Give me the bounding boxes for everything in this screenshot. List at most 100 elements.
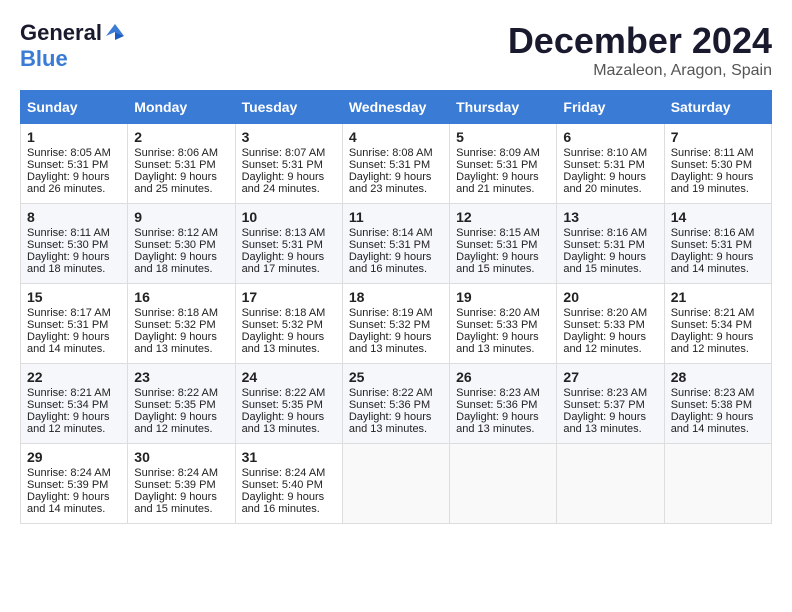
sunrise-text: Sunrise: 8:24 AM xyxy=(242,467,336,479)
sunrise-text: Sunrise: 8:23 AM xyxy=(563,387,657,399)
calendar-cell: 12Sunrise: 8:15 AMSunset: 5:31 PMDayligh… xyxy=(450,204,557,284)
calendar-week-row: 8Sunrise: 8:11 AMSunset: 5:30 PMDaylight… xyxy=(21,204,772,284)
day-number: 22 xyxy=(27,369,121,385)
sunset-text: Sunset: 5:32 PM xyxy=(242,319,336,331)
daylight-text: Daylight: 9 hours and 16 minutes. xyxy=(242,491,336,515)
sunrise-text: Sunrise: 8:20 AM xyxy=(456,307,550,319)
sunset-text: Sunset: 5:31 PM xyxy=(456,239,550,251)
calendar-week-row: 15Sunrise: 8:17 AMSunset: 5:31 PMDayligh… xyxy=(21,284,772,364)
calendar-cell: 23Sunrise: 8:22 AMSunset: 5:35 PMDayligh… xyxy=(128,364,235,444)
daylight-text: Daylight: 9 hours and 13 minutes. xyxy=(242,331,336,355)
calendar-cell: 21Sunrise: 8:21 AMSunset: 5:34 PMDayligh… xyxy=(664,284,771,364)
calendar-cell: 5Sunrise: 8:09 AMSunset: 5:31 PMDaylight… xyxy=(450,124,557,204)
sunrise-text: Sunrise: 8:20 AM xyxy=(563,307,657,319)
calendar-cell: 13Sunrise: 8:16 AMSunset: 5:31 PMDayligh… xyxy=(557,204,664,284)
day-number: 14 xyxy=(671,209,765,225)
day-number: 8 xyxy=(27,209,121,225)
daylight-text: Daylight: 9 hours and 12 minutes. xyxy=(134,411,228,435)
sunrise-text: Sunrise: 8:21 AM xyxy=(671,307,765,319)
calendar-cell: 31Sunrise: 8:24 AMSunset: 5:40 PMDayligh… xyxy=(235,444,342,524)
sunrise-text: Sunrise: 8:24 AM xyxy=(134,467,228,479)
calendar-cell xyxy=(664,444,771,524)
day-header-tuesday: Tuesday xyxy=(235,91,342,124)
day-number: 26 xyxy=(456,369,550,385)
calendar-cell xyxy=(342,444,449,524)
sunrise-text: Sunrise: 8:22 AM xyxy=(349,387,443,399)
sunrise-text: Sunrise: 8:23 AM xyxy=(456,387,550,399)
day-number: 25 xyxy=(349,369,443,385)
sunrise-text: Sunrise: 8:07 AM xyxy=(242,147,336,159)
daylight-text: Daylight: 9 hours and 12 minutes. xyxy=(563,331,657,355)
location: Mazaleon, Aragon, Spain xyxy=(508,62,772,80)
day-header-thursday: Thursday xyxy=(450,91,557,124)
calendar-cell: 28Sunrise: 8:23 AMSunset: 5:38 PMDayligh… xyxy=(664,364,771,444)
calendar-cell: 17Sunrise: 8:18 AMSunset: 5:32 PMDayligh… xyxy=(235,284,342,364)
daylight-text: Daylight: 9 hours and 23 minutes. xyxy=(349,171,443,195)
calendar-cell: 30Sunrise: 8:24 AMSunset: 5:39 PMDayligh… xyxy=(128,444,235,524)
day-header-monday: Monday xyxy=(128,91,235,124)
month-title: December 2024 xyxy=(508,20,772,62)
calendar-cell: 19Sunrise: 8:20 AMSunset: 5:33 PMDayligh… xyxy=(450,284,557,364)
sunrise-text: Sunrise: 8:15 AM xyxy=(456,227,550,239)
calendar-cell: 15Sunrise: 8:17 AMSunset: 5:31 PMDayligh… xyxy=(21,284,128,364)
sunrise-text: Sunrise: 8:17 AM xyxy=(27,307,121,319)
daylight-text: Daylight: 9 hours and 15 minutes. xyxy=(134,491,228,515)
sunset-text: Sunset: 5:32 PM xyxy=(349,319,443,331)
logo-blue-text: Blue xyxy=(20,46,68,72)
daylight-text: Daylight: 9 hours and 12 minutes. xyxy=(27,411,121,435)
daylight-text: Daylight: 9 hours and 25 minutes. xyxy=(134,171,228,195)
sunrise-text: Sunrise: 8:09 AM xyxy=(456,147,550,159)
calendar-cell: 26Sunrise: 8:23 AMSunset: 5:36 PMDayligh… xyxy=(450,364,557,444)
calendar-cell: 20Sunrise: 8:20 AMSunset: 5:33 PMDayligh… xyxy=(557,284,664,364)
day-number: 5 xyxy=(456,129,550,145)
sunset-text: Sunset: 5:37 PM xyxy=(563,399,657,411)
header-row: SundayMondayTuesdayWednesdayThursdayFrid… xyxy=(21,91,772,124)
sunset-text: Sunset: 5:34 PM xyxy=(671,319,765,331)
sunrise-text: Sunrise: 8:22 AM xyxy=(134,387,228,399)
calendar-cell: 2Sunrise: 8:06 AMSunset: 5:31 PMDaylight… xyxy=(128,124,235,204)
sunset-text: Sunset: 5:34 PM xyxy=(27,399,121,411)
daylight-text: Daylight: 9 hours and 12 minutes. xyxy=(671,331,765,355)
daylight-text: Daylight: 9 hours and 26 minutes. xyxy=(27,171,121,195)
calendar-cell xyxy=(450,444,557,524)
day-number: 28 xyxy=(671,369,765,385)
day-number: 10 xyxy=(242,209,336,225)
day-number: 1 xyxy=(27,129,121,145)
calendar-week-row: 1Sunrise: 8:05 AMSunset: 5:31 PMDaylight… xyxy=(21,124,772,204)
daylight-text: Daylight: 9 hours and 14 minutes. xyxy=(671,411,765,435)
sunset-text: Sunset: 5:35 PM xyxy=(242,399,336,411)
daylight-text: Daylight: 9 hours and 13 minutes. xyxy=(349,411,443,435)
sunset-text: Sunset: 5:31 PM xyxy=(563,159,657,171)
day-header-sunday: Sunday xyxy=(21,91,128,124)
calendar-cell: 11Sunrise: 8:14 AMSunset: 5:31 PMDayligh… xyxy=(342,204,449,284)
day-number: 29 xyxy=(27,449,121,465)
day-number: 18 xyxy=(349,289,443,305)
sunrise-text: Sunrise: 8:21 AM xyxy=(27,387,121,399)
sunset-text: Sunset: 5:36 PM xyxy=(349,399,443,411)
sunrise-text: Sunrise: 8:18 AM xyxy=(242,307,336,319)
day-number: 11 xyxy=(349,209,443,225)
sunrise-text: Sunrise: 8:10 AM xyxy=(563,147,657,159)
sunset-text: Sunset: 5:31 PM xyxy=(456,159,550,171)
sunrise-text: Sunrise: 8:22 AM xyxy=(242,387,336,399)
day-number: 7 xyxy=(671,129,765,145)
calendar-week-row: 22Sunrise: 8:21 AMSunset: 5:34 PMDayligh… xyxy=(21,364,772,444)
sunrise-text: Sunrise: 8:11 AM xyxy=(671,147,765,159)
calendar-cell: 16Sunrise: 8:18 AMSunset: 5:32 PMDayligh… xyxy=(128,284,235,364)
day-number: 16 xyxy=(134,289,228,305)
sunset-text: Sunset: 5:36 PM xyxy=(456,399,550,411)
calendar-cell: 7Sunrise: 8:11 AMSunset: 5:30 PMDaylight… xyxy=(664,124,771,204)
sunrise-text: Sunrise: 8:19 AM xyxy=(349,307,443,319)
calendar-cell: 18Sunrise: 8:19 AMSunset: 5:32 PMDayligh… xyxy=(342,284,449,364)
daylight-text: Daylight: 9 hours and 15 minutes. xyxy=(456,251,550,275)
daylight-text: Daylight: 9 hours and 13 minutes. xyxy=(134,331,228,355)
calendar-cell xyxy=(557,444,664,524)
daylight-text: Daylight: 9 hours and 18 minutes. xyxy=(134,251,228,275)
day-number: 20 xyxy=(563,289,657,305)
calendar-cell: 14Sunrise: 8:16 AMSunset: 5:31 PMDayligh… xyxy=(664,204,771,284)
sunset-text: Sunset: 5:31 PM xyxy=(242,239,336,251)
sunset-text: Sunset: 5:30 PM xyxy=(671,159,765,171)
sunset-text: Sunset: 5:35 PM xyxy=(134,399,228,411)
day-number: 2 xyxy=(134,129,228,145)
daylight-text: Daylight: 9 hours and 17 minutes. xyxy=(242,251,336,275)
